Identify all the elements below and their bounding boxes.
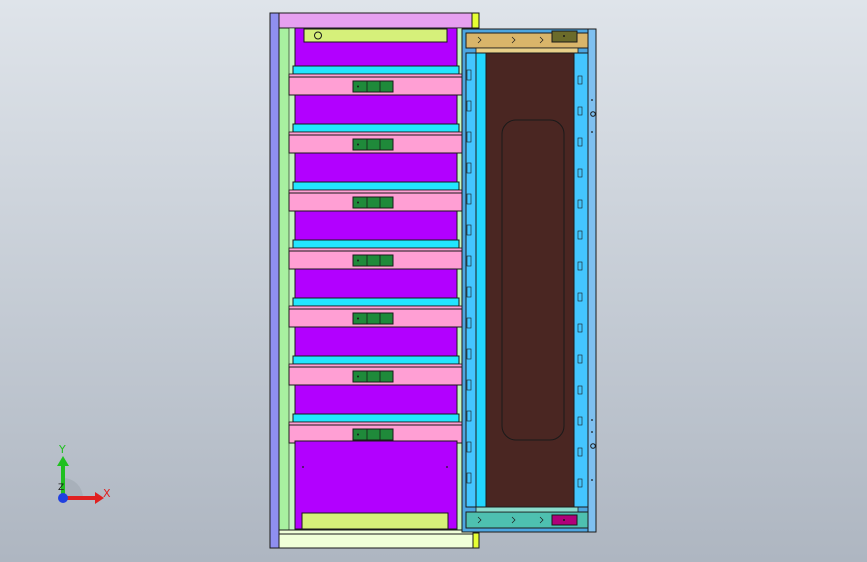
frame-screw bbox=[591, 419, 593, 421]
top-label-strip bbox=[303, 28, 448, 43]
z-axis-dot bbox=[58, 493, 68, 503]
cabinet-body[interactable] bbox=[269, 12, 480, 549]
bottom-cap bbox=[278, 529, 474, 535]
door-left-rail bbox=[465, 52, 477, 508]
drawer-module[interactable] bbox=[288, 239, 463, 299]
drawer-face[interactable] bbox=[294, 152, 458, 183]
door-bottom-bar-upper bbox=[475, 506, 579, 513]
drawer-module[interactable] bbox=[288, 413, 463, 444]
door-right-rail bbox=[573, 52, 589, 508]
drawer-module[interactable] bbox=[288, 297, 463, 357]
drawer-module[interactable] bbox=[288, 123, 463, 183]
handle-screw bbox=[357, 375, 359, 378]
door-left-rail-inner bbox=[475, 52, 487, 508]
drawer-face[interactable] bbox=[294, 326, 458, 357]
frame-screw bbox=[591, 431, 593, 433]
drawer-face[interactable] bbox=[294, 210, 458, 241]
drawer-rail bbox=[292, 123, 460, 133]
screw-dot bbox=[302, 466, 304, 468]
cad-viewport[interactable]: Y X Z bbox=[0, 0, 867, 562]
drawer-rail bbox=[292, 181, 460, 191]
coordinate-triad-icon bbox=[57, 456, 104, 504]
handle-screw bbox=[357, 201, 359, 204]
handle-screw bbox=[357, 259, 359, 262]
hinge-pin bbox=[563, 519, 565, 521]
drawer-rail bbox=[292, 355, 460, 365]
handle-screw bbox=[357, 85, 359, 88]
frame-screw bbox=[591, 99, 593, 101]
right-yellow-edge-top bbox=[471, 12, 480, 29]
frame-screw bbox=[591, 131, 593, 133]
door-hinge-side bbox=[587, 28, 597, 533]
door-top-bar-lower bbox=[475, 47, 579, 54]
frame-screw bbox=[591, 479, 593, 481]
hinge-pin bbox=[563, 35, 565, 37]
door-panel bbox=[485, 52, 575, 508]
bottom-label-strip bbox=[301, 512, 449, 530]
drawer-rail bbox=[292, 413, 460, 423]
drawer-module[interactable] bbox=[288, 355, 463, 415]
handle-screw bbox=[357, 143, 359, 146]
screw-dot bbox=[446, 466, 448, 468]
handle-screw bbox=[357, 433, 359, 436]
cabinet-door[interactable] bbox=[461, 28, 597, 533]
drawer-face[interactable] bbox=[294, 94, 458, 125]
handle-screw bbox=[357, 317, 359, 320]
drawer-face[interactable] bbox=[294, 268, 458, 299]
top-cap bbox=[278, 12, 474, 29]
x-axis-arrow bbox=[63, 496, 97, 500]
x-axis-label: X bbox=[103, 487, 111, 500]
z-axis-label: Z bbox=[58, 483, 65, 493]
drawer-face[interactable] bbox=[294, 384, 458, 415]
frame-inner-strip bbox=[288, 27, 296, 531]
bottom-base bbox=[278, 533, 474, 549]
left-side-panel bbox=[269, 12, 280, 549]
drawer-stack bbox=[288, 65, 463, 444]
drawer-module[interactable] bbox=[288, 181, 463, 241]
drawer-rail bbox=[292, 65, 460, 75]
drawer-rail bbox=[292, 239, 460, 249]
y-axis-label: Y bbox=[59, 443, 66, 456]
drawer-module[interactable] bbox=[288, 65, 463, 125]
drawer-rail bbox=[292, 297, 460, 307]
